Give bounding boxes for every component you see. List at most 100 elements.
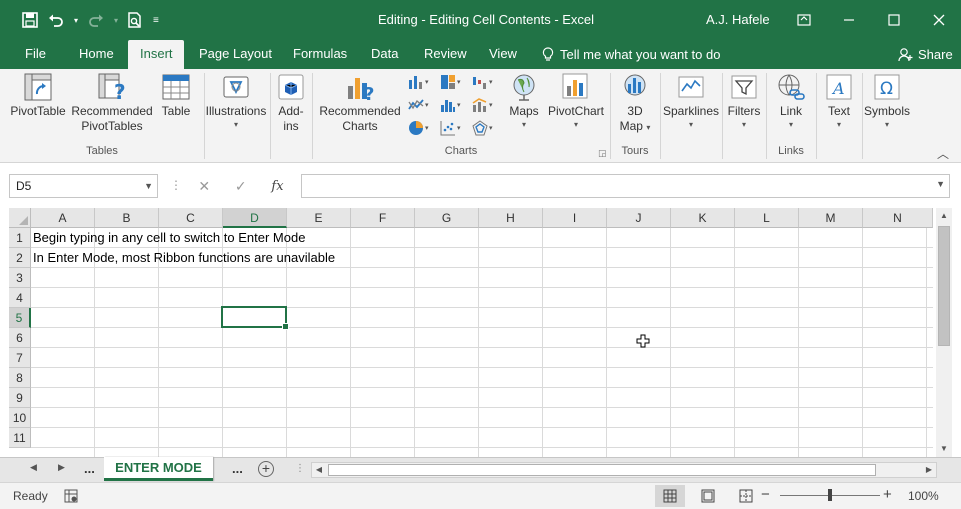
- row-header-1[interactable]: 1: [9, 228, 31, 248]
- recommended-charts-button[interactable]: ? Recommended Charts: [314, 72, 406, 134]
- row-header-9[interactable]: 9: [9, 388, 31, 408]
- print-preview-icon[interactable]: [128, 9, 143, 31]
- scroll-down-icon[interactable]: ▼: [936, 441, 952, 457]
- collapse-ribbon-icon[interactable]: ︿: [937, 145, 949, 162]
- sheets-more-left[interactable]: ...: [84, 461, 95, 476]
- text-button[interactable]: A Text ▾: [818, 72, 860, 131]
- pivotchart-button[interactable]: PivotChart ▾: [544, 72, 608, 131]
- maximize-icon[interactable]: [871, 0, 916, 40]
- charts-dialog-launcher-icon[interactable]: ◲: [598, 148, 607, 159]
- column-chart-button[interactable]: ▾: [408, 74, 429, 90]
- pie-chart-button[interactable]: ▾: [408, 120, 429, 136]
- scroll-left-icon[interactable]: ◀: [312, 463, 326, 477]
- scroll-up-icon[interactable]: ▲: [936, 208, 952, 224]
- tab-insert[interactable]: Insert: [128, 40, 184, 69]
- row-header-5[interactable]: 5: [9, 308, 31, 328]
- row-header-6[interactable]: 6: [9, 328, 31, 348]
- scatter-chart-button[interactable]: ▾: [440, 120, 461, 136]
- active-cell-d5[interactable]: [221, 306, 289, 330]
- column-header-l[interactable]: L: [735, 208, 799, 228]
- row-header-2[interactable]: 2: [9, 248, 31, 268]
- undo-icon[interactable]: [48, 9, 64, 31]
- vertical-scroll-thumb[interactable]: [938, 226, 950, 346]
- new-sheet-icon[interactable]: +: [258, 461, 274, 477]
- scroll-right-icon[interactable]: ▶: [922, 463, 936, 477]
- pivottable-button[interactable]: PivotTable: [8, 72, 68, 119]
- page-layout-view-button[interactable]: [693, 485, 723, 507]
- sparklines-button[interactable]: Sparklines ▾: [662, 72, 720, 131]
- tab-view[interactable]: View: [477, 40, 529, 69]
- column-header-c[interactable]: C: [159, 208, 223, 228]
- zoom-level[interactable]: 100%: [908, 489, 939, 503]
- redo-icon[interactable]: [88, 9, 104, 31]
- maps-button[interactable]: Maps ▾: [505, 72, 543, 131]
- table-button[interactable]: Table: [156, 72, 196, 119]
- expand-formula-bar-icon[interactable]: ▼: [936, 179, 945, 189]
- combo-chart-button[interactable]: ▾: [472, 97, 493, 113]
- row-header-8[interactable]: 8: [9, 368, 31, 388]
- row-header-10[interactable]: 10: [9, 408, 31, 428]
- column-header-j[interactable]: J: [607, 208, 671, 228]
- redo-dropdown-icon[interactable]: ▾: [114, 9, 118, 31]
- macro-recording-icon[interactable]: [64, 489, 78, 503]
- row-header-4[interactable]: 4: [9, 288, 31, 308]
- column-header-a[interactable]: A: [31, 208, 95, 228]
- horizontal-scrollbar[interactable]: ◀ ▶: [311, 462, 937, 478]
- tab-page-layout[interactable]: Page Layout: [187, 40, 284, 69]
- waterfall-chart-button[interactable]: ▾: [472, 74, 493, 90]
- zoom-in-icon[interactable]: +: [883, 486, 892, 503]
- enter-check-icon[interactable]: ✓: [235, 178, 247, 195]
- vertical-scrollbar[interactable]: ▲ ▼: [936, 208, 952, 457]
- column-header-g[interactable]: G: [415, 208, 479, 228]
- hierarchy-chart-button[interactable]: ▾: [440, 74, 461, 90]
- user-name[interactable]: A.J. Hafele: [706, 12, 770, 27]
- next-sheet-icon[interactable]: ▶: [58, 462, 65, 473]
- undo-dropdown-icon[interactable]: ▾: [74, 9, 78, 31]
- statistic-chart-button[interactable]: ▾: [440, 97, 461, 113]
- column-header-m[interactable]: M: [799, 208, 863, 228]
- filters-button[interactable]: Filters ▾: [724, 72, 764, 131]
- normal-view-button[interactable]: [655, 485, 685, 507]
- formula-input[interactable]: ▼: [301, 174, 950, 198]
- sheets-more-right[interactable]: ...: [232, 461, 243, 476]
- cell-a1[interactable]: Begin typing in any cell to switch to En…: [33, 228, 305, 248]
- row-header-7[interactable]: 7: [9, 348, 31, 368]
- tab-file[interactable]: File: [13, 40, 58, 69]
- share-button[interactable]: Share: [898, 40, 953, 69]
- add-ins-button[interactable]: Add- ins: [272, 72, 310, 134]
- cell-a2[interactable]: In Enter Mode, most Ribbon functions are…: [33, 248, 335, 268]
- horizontal-scroll-thumb[interactable]: [328, 464, 876, 476]
- column-header-b[interactable]: B: [95, 208, 159, 228]
- radar-chart-button[interactable]: ▾: [472, 120, 493, 136]
- link-button[interactable]: Link ▾: [768, 72, 814, 131]
- recommended-pivottables-button[interactable]: ? Recommended PivotTables: [70, 72, 154, 134]
- column-header-d[interactable]: D: [223, 208, 287, 228]
- insert-function-icon[interactable]: fx: [271, 179, 283, 194]
- cancel-icon[interactable]: ✕: [198, 178, 210, 195]
- save-icon[interactable]: [22, 9, 38, 31]
- column-header-e[interactable]: E: [287, 208, 351, 228]
- sheet-tab-enter-mode[interactable]: ENTER MODE: [104, 457, 213, 481]
- line-chart-button[interactable]: ▾: [408, 97, 429, 113]
- illustrations-button[interactable]: Illustrations ▾: [204, 72, 268, 131]
- page-break-view-button[interactable]: [731, 485, 761, 507]
- tab-review[interactable]: Review: [412, 40, 479, 69]
- column-header-i[interactable]: I: [543, 208, 607, 228]
- symbols-button[interactable]: Ω Symbols ▾: [862, 72, 912, 131]
- column-header-f[interactable]: F: [351, 208, 415, 228]
- 3d-map-button[interactable]: 3D Map ▾: [612, 72, 658, 134]
- name-box-dropdown-icon[interactable]: ▼: [144, 175, 153, 197]
- tab-formulas[interactable]: Formulas: [281, 40, 359, 69]
- tell-me-search[interactable]: Tell me what you want to do: [542, 40, 720, 69]
- close-icon[interactable]: [916, 0, 961, 40]
- zoom-slider-thumb[interactable]: [828, 489, 832, 501]
- column-header-h[interactable]: H: [479, 208, 543, 228]
- column-header-n[interactable]: N: [863, 208, 933, 228]
- tab-split-handle-icon[interactable]: ⋮: [295, 463, 305, 474]
- tab-home[interactable]: Home: [67, 40, 126, 69]
- worksheet-grid[interactable]: A B C D E F G H I J K L M N 1 2 3 4 5 6 …: [9, 208, 952, 457]
- previous-sheet-icon[interactable]: ◀: [30, 462, 37, 473]
- row-header-11[interactable]: 11: [9, 428, 31, 448]
- column-header-k[interactable]: K: [671, 208, 735, 228]
- ribbon-display-options-icon[interactable]: [781, 0, 826, 40]
